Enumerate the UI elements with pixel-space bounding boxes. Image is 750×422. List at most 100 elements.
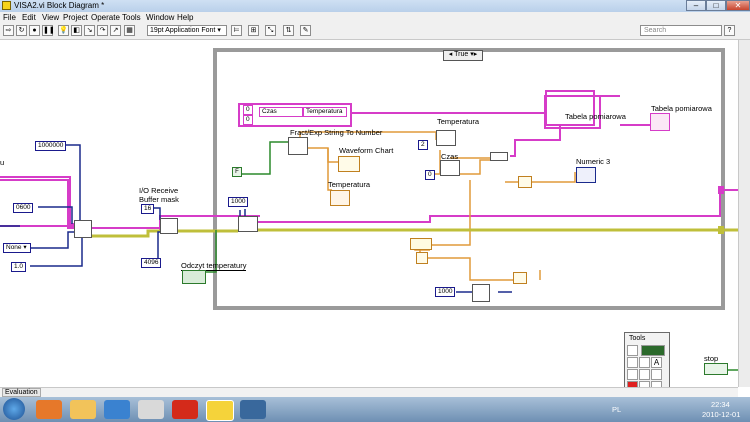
horizontal-scrollbar[interactable]: Evaluation <box>0 387 738 397</box>
string-czas[interactable]: Czas <box>259 107 303 117</box>
constant-1000000[interactable]: 1000000 <box>35 141 67 151</box>
constant-1.0[interactable]: 1.0 <box>11 262 27 272</box>
step-over-icon[interactable]: ↷ <box>97 25 108 36</box>
minimize-button[interactable]: – <box>686 0 706 11</box>
czas-index-node[interactable] <box>440 160 460 176</box>
left-label-fragment: u <box>0 158 5 167</box>
temperatura-index-node[interactable] <box>436 130 456 146</box>
vertical-scrollbar[interactable] <box>738 40 750 387</box>
position-tool-icon[interactable] <box>639 357 650 368</box>
odczyt-boolean-terminal[interactable] <box>182 270 206 284</box>
numeric-3-terminal[interactable] <box>576 167 596 183</box>
scroll-tool-icon[interactable] <box>651 369 662 380</box>
calculator-icon[interactable] <box>138 400 164 419</box>
auto-tool-indicator-icon[interactable] <box>641 345 665 356</box>
io-receive-label: I/O Receive <box>139 186 179 195</box>
build-array-node[interactable] <box>490 152 508 161</box>
fract-exp-label: Fract/Exp String To Number <box>290 128 383 137</box>
auto-tool-icon[interactable] <box>627 345 638 356</box>
none-ring-constant[interactable]: None ▾ <box>3 243 31 253</box>
menu-window[interactable]: Window <box>146 13 174 22</box>
constant-4096[interactable]: 4096 <box>141 258 162 268</box>
visa-flush-node[interactable] <box>160 218 178 234</box>
visa-read-node[interactable] <box>238 216 258 232</box>
menu-project[interactable]: Project <box>63 13 88 22</box>
window-title: VISA2.vi Block Diagram * <box>14 1 105 10</box>
firefox-icon[interactable] <box>36 400 62 419</box>
increment-node[interactable] <box>416 252 428 264</box>
constant-16[interactable]: 16 <box>141 204 155 214</box>
help-icon[interactable]: ? <box>724 25 735 36</box>
menu-help[interactable]: Help <box>177 13 193 22</box>
pause-icon[interactable]: ❚❚ <box>42 25 55 36</box>
distribute-objects-icon[interactable]: ⊞ <box>248 25 259 36</box>
pdf-reader-icon[interactable] <box>172 400 198 419</box>
resize-objects-icon[interactable]: ⤡ <box>265 25 276 36</box>
operate-tool-icon[interactable] <box>627 357 638 368</box>
block-diagram-canvas[interactable]: ◂ True ▾▸ u 1000000 0600 None ▾ 1.0 I/O … <box>0 40 738 387</box>
search-input[interactable]: Search <box>640 25 722 36</box>
menu-file[interactable]: File <box>3 13 16 22</box>
tools-palette[interactable]: Tools A <box>624 332 670 387</box>
feedback-node[interactable] <box>410 238 432 250</box>
wiring-tool-icon[interactable] <box>627 369 638 380</box>
stop-terminal[interactable] <box>704 363 728 375</box>
constant-1000-b[interactable]: 1000 <box>435 287 456 297</box>
visa-configure-node[interactable] <box>74 220 92 238</box>
constant-0600[interactable]: 0600 <box>13 203 34 213</box>
menu-edit[interactable]: Edit <box>22 13 36 22</box>
cleanup-diagram-icon[interactable]: ✎ <box>300 25 311 36</box>
string-array-constant[interactable]: 0 0 Czas Temperatura <box>238 103 352 127</box>
align-objects-icon[interactable]: ⊨ <box>231 25 242 36</box>
waveform-chart-terminal[interactable] <box>338 156 360 172</box>
text-tool-icon[interactable]: A <box>651 357 662 368</box>
start-button-icon[interactable] <box>3 398 25 420</box>
menu-view[interactable]: View <box>42 13 59 22</box>
run-continuously-icon[interactable]: ↻ <box>16 25 27 36</box>
constant-2[interactable]: 2 <box>418 140 428 150</box>
string-temperatura[interactable]: Temperatura <box>303 107 347 117</box>
constant-1000-a[interactable]: 1000 <box>228 197 249 207</box>
menu-tools[interactable]: Tools <box>122 13 141 22</box>
media-player-icon[interactable] <box>104 400 130 419</box>
run-arrow-icon[interactable]: ⇨ <box>3 25 14 36</box>
menu-operate[interactable]: Operate <box>91 13 120 22</box>
abort-icon[interactable]: ● <box>29 25 40 36</box>
highlight-execution-icon[interactable]: 💡 <box>58 25 69 36</box>
font-selector[interactable]: 19pt Application Font ▾ <box>147 25 227 36</box>
close-button[interactable]: ✕ <box>726 0 750 11</box>
wait-ms-node[interactable] <box>472 284 490 302</box>
language-indicator[interactable]: PL <box>612 405 621 414</box>
temperatura-indicator-label: Temperatura <box>328 180 371 189</box>
explorer-folder-icon[interactable] <box>70 400 96 419</box>
clock-date[interactable]: 2010-12-01 <box>702 410 740 419</box>
labview-project-icon[interactable] <box>240 400 266 419</box>
step-into-icon[interactable]: ↘ <box>84 25 95 36</box>
case-selector[interactable]: ◂ True ▾▸ <box>443 50 483 61</box>
temperatura-indicator-terminal[interactable] <box>330 190 350 206</box>
toolbar: ⇨ ↻ ● ❚❚ 💡 ◧ ↘ ↷ ↗ ▦ 19pt Application Fo… <box>0 23 750 40</box>
string-tunnel[interactable] <box>718 186 724 194</box>
menu-bar: File Edit View Project Operate Tools Win… <box>0 12 750 23</box>
constant-0[interactable]: 0 <box>425 170 435 180</box>
step-out-icon[interactable]: ↗ <box>110 25 121 36</box>
multiply-node[interactable] <box>518 176 532 188</box>
array-index-1[interactable]: 0 <box>243 115 253 125</box>
clock-time[interactable]: 22:34 <box>711 400 730 409</box>
false-constant[interactable]: F <box>232 167 242 177</box>
compare-node[interactable] <box>513 272 527 284</box>
tabela-node-label: Tabela pomiarowa <box>565 112 626 121</box>
shortcut-menu-tool-icon[interactable] <box>639 369 650 380</box>
error-tunnel[interactable] <box>718 226 724 234</box>
retain-wire-values-icon[interactable]: ◧ <box>71 25 82 36</box>
labview-icon[interactable] <box>206 400 234 421</box>
stop-label: stop <box>704 354 719 363</box>
maximize-button[interactable]: □ <box>706 0 726 11</box>
reorder-icon[interactable]: ⇅ <box>283 25 294 36</box>
fract-exp-node[interactable] <box>288 137 308 155</box>
numeric-3-label: Numeric 3 <box>576 157 611 166</box>
evaluation-label: Evaluation <box>2 388 41 397</box>
tabela-indicator-terminal[interactable] <box>650 113 670 131</box>
clean-up-icon[interactable]: ▦ <box>124 25 135 36</box>
array-index-0[interactable]: 0 <box>243 105 253 115</box>
